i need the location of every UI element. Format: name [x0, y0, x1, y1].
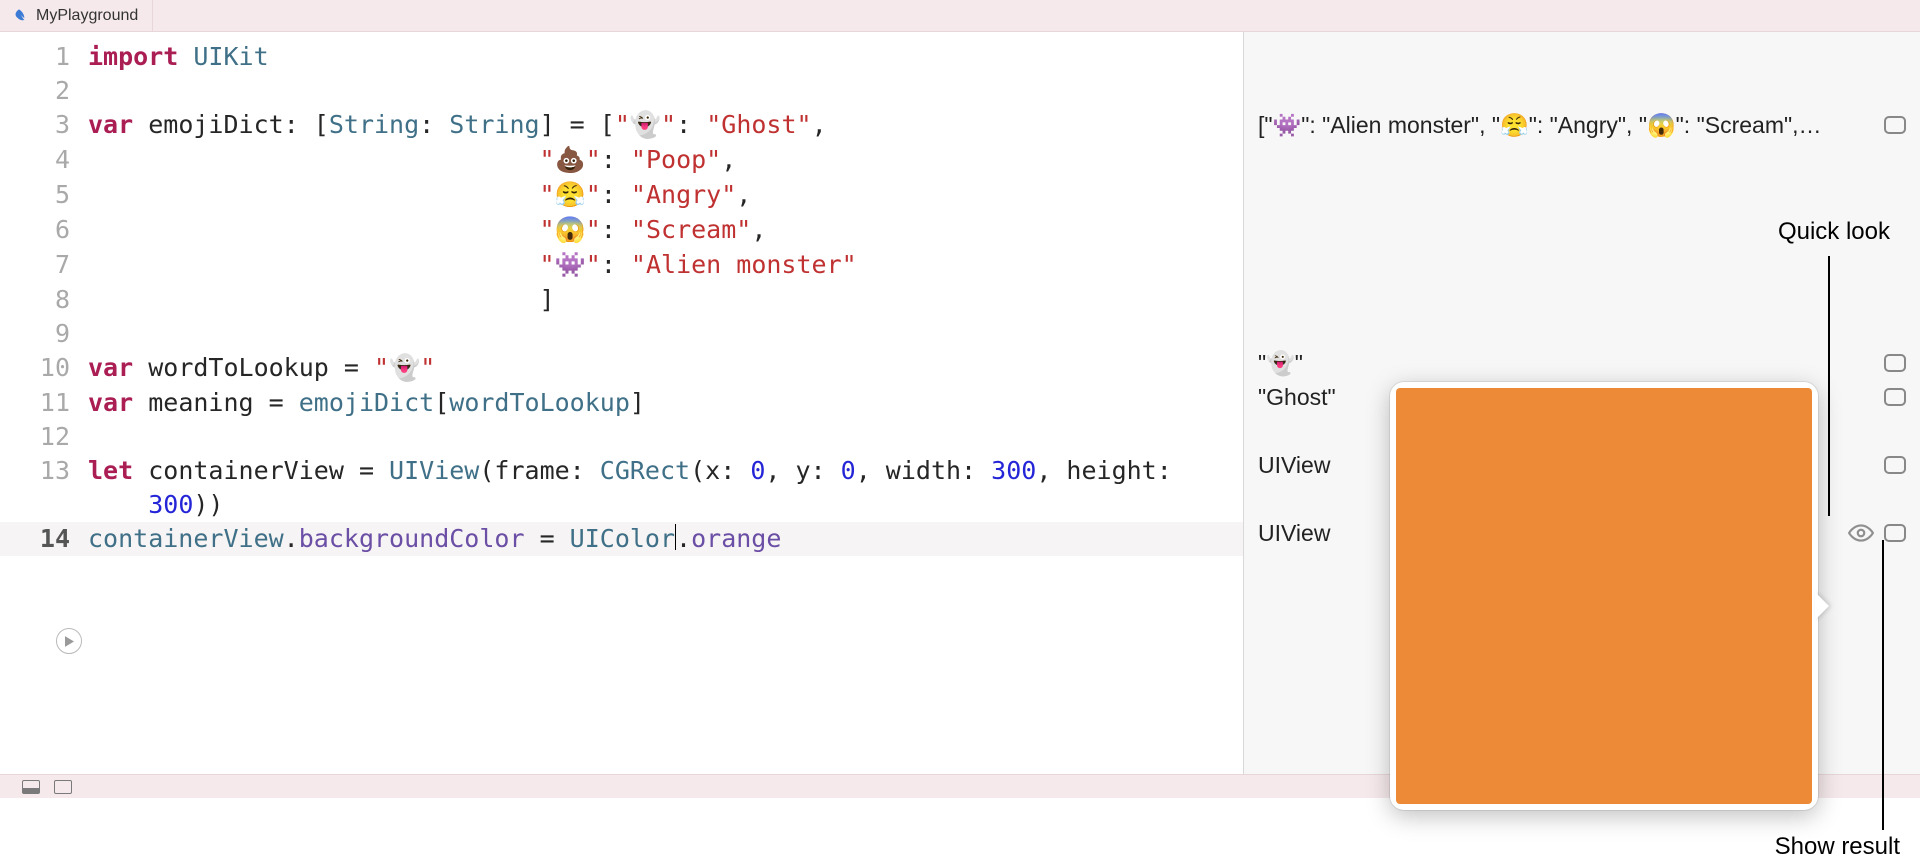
line-number: 8: [0, 283, 88, 317]
code-line[interactable]: 11 var meaning = emojiDict[wordToLookup]: [0, 386, 1243, 420]
run-button-row: [0, 556, 1243, 722]
annotation-line: [1828, 256, 1830, 516]
line-number: 7: [0, 248, 88, 283]
line-number: 2: [0, 74, 88, 108]
code-line[interactable]: 12: [0, 420, 1243, 454]
popover-arrow: [1815, 592, 1829, 620]
line-number: 11: [0, 386, 88, 420]
line-number: 3: [0, 108, 88, 143]
line-number: [0, 488, 88, 522]
line-number: 13: [0, 454, 88, 488]
code-line[interactable]: 300)): [0, 488, 1243, 522]
quick-look-icon[interactable]: [1848, 520, 1874, 546]
code-line[interactable]: 7 "👾": "Alien monster": [0, 248, 1243, 283]
code-line[interactable]: 2: [0, 74, 1243, 108]
annotation-line: [1882, 540, 1884, 830]
quick-look-popover: [1390, 382, 1818, 810]
show-result-icon[interactable]: [1884, 524, 1906, 542]
show-result-icon[interactable]: [1884, 388, 1906, 406]
tab-bar: MyPlayground: [0, 0, 1920, 32]
code-line-current[interactable]: 14 containerView.backgroundColor = UICol…: [0, 522, 1243, 556]
show-result-icon[interactable]: [1884, 456, 1906, 474]
swift-file-icon: [10, 7, 28, 25]
tab-title: MyPlayground: [36, 7, 138, 25]
toggle-variables-view-icon[interactable]: [54, 780, 72, 794]
annotation-showresult: Show result: [1775, 833, 1900, 861]
line-number: 5: [0, 178, 88, 213]
line-number: 12: [0, 420, 88, 454]
run-button[interactable]: [56, 628, 82, 654]
code-line[interactable]: 13 let containerView = UIView(frame: CGR…: [0, 454, 1243, 488]
line-number: 4: [0, 143, 88, 178]
result-row: "👻": [1258, 346, 1906, 380]
show-result-icon[interactable]: [1884, 116, 1906, 134]
code-line[interactable]: 5 "😤": "Angry",: [0, 178, 1243, 213]
line-number: 10: [0, 351, 88, 386]
result-row: ["👾": "Alien monster", "😤": "Angry", "😱"…: [1258, 108, 1906, 142]
result-value: "👻": [1258, 350, 1884, 377]
tab-myplayground[interactable]: MyPlayground: [0, 0, 153, 31]
code-line[interactable]: 3 var emojiDict: [String: String] = ["👻"…: [0, 108, 1243, 143]
code-line[interactable]: 1 import UIKit: [0, 40, 1243, 74]
code-line[interactable]: 9: [0, 317, 1243, 351]
show-result-icon[interactable]: [1884, 354, 1906, 372]
code-line[interactable]: 8 ]: [0, 283, 1243, 317]
toggle-debug-area-icon[interactable]: [22, 780, 40, 794]
line-number: 14: [0, 522, 88, 556]
code-editor[interactable]: 1 import UIKit 2 3 var emojiDict: [Strin…: [0, 32, 1244, 774]
line-number: 9: [0, 317, 88, 351]
annotation-quicklook: Quick look: [1778, 218, 1890, 246]
line-number: 1: [0, 40, 88, 74]
uiview-preview: [1396, 388, 1812, 804]
line-number: 6: [0, 213, 88, 248]
code-line[interactable]: 4 "💩": "Poop",: [0, 143, 1243, 178]
main-split: 1 import UIKit 2 3 var emojiDict: [Strin…: [0, 32, 1920, 774]
code-line[interactable]: 10 var wordToLookup = "👻": [0, 351, 1243, 386]
code-line[interactable]: 6 "😱": "Scream",: [0, 213, 1243, 248]
result-value: ["👾": "Alien monster", "😤": "Angry", "😱"…: [1258, 112, 1884, 139]
